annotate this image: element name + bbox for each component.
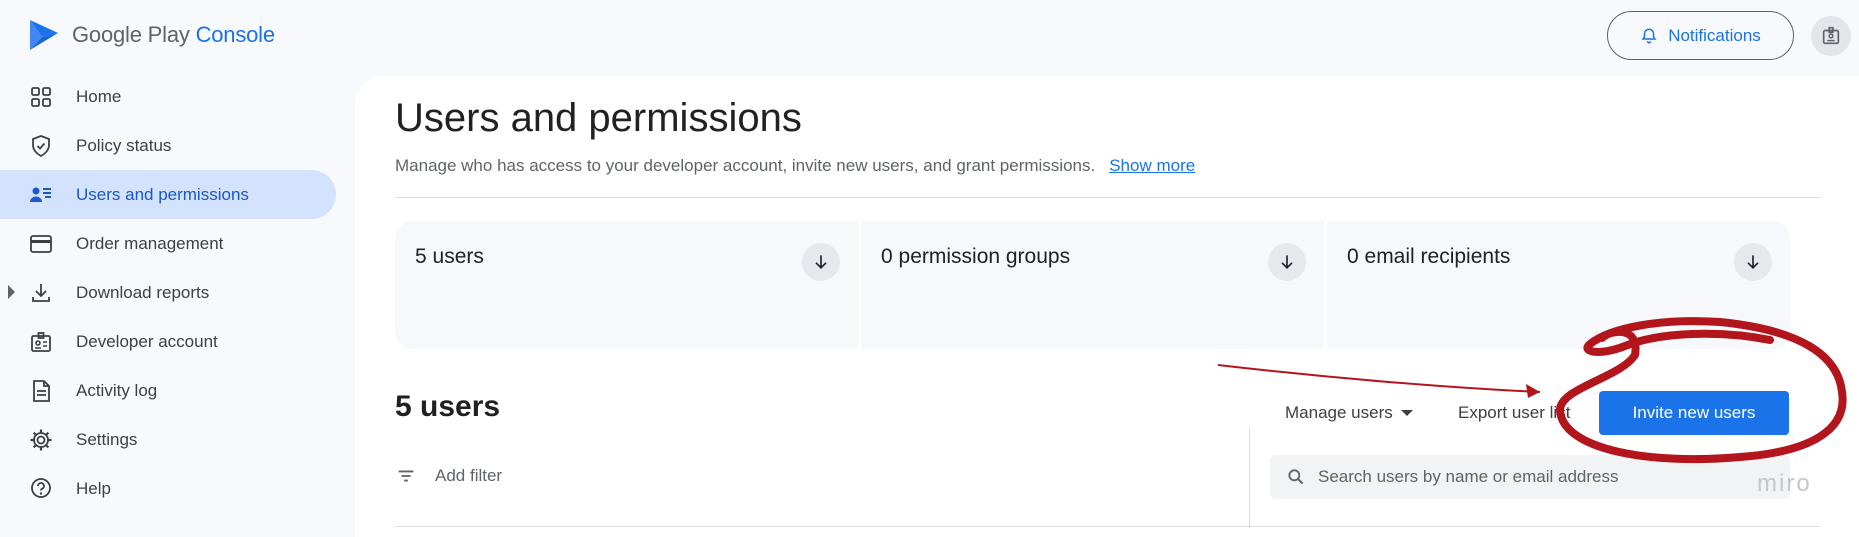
summary-card-email-recipients[interactable]: 0 email recipients: [1327, 221, 1790, 349]
search-icon: [1288, 469, 1304, 485]
export-user-list-button[interactable]: Export user list: [1458, 403, 1570, 423]
search-users-box[interactable]: [1270, 455, 1790, 499]
add-filter-button[interactable]: Add filter: [395, 465, 502, 487]
sidebar-item-users-and-permissions[interactable]: Users and permissions: [0, 170, 336, 219]
sidebar-item-label: Order management: [76, 233, 224, 253]
help-icon: [28, 476, 54, 502]
description-text: Manage who has access to your developer …: [395, 156, 1096, 175]
summary-card-label: 5 users: [415, 245, 484, 268]
sidebar-item-order-management[interactable]: Order management: [0, 219, 350, 268]
shield-check-icon: [28, 133, 54, 159]
google-play-console-logo[interactable]: Google Play Console: [28, 18, 275, 52]
manage-users-dropdown[interactable]: Manage users: [1285, 403, 1413, 423]
arrow-down-icon[interactable]: [1268, 243, 1306, 281]
divider: [395, 197, 1820, 198]
id-badge-icon: [28, 329, 54, 355]
users-section-title: 5 users: [395, 390, 501, 423]
notifications-button[interactable]: Notifications: [1607, 11, 1794, 60]
users-list-icon: [28, 182, 54, 208]
gear-icon: [28, 427, 54, 453]
logo-text-google-play: Google Play: [72, 22, 190, 47]
page-title: Users and permissions: [395, 96, 802, 140]
sidebar-item-activity-log[interactable]: Activity log: [0, 366, 350, 415]
sidebar-item-policy-status[interactable]: Policy status: [0, 121, 350, 170]
download-icon: [28, 280, 54, 306]
bell-icon: [1641, 27, 1657, 43]
arrow-down-icon[interactable]: [1734, 243, 1772, 281]
top-bar: Google Play Console Notifications: [0, 0, 1859, 72]
search-users-input[interactable]: [1318, 467, 1778, 487]
miro-watermark: miro: [1757, 470, 1812, 497]
summary-card-label: 0 permission groups: [881, 245, 1071, 268]
add-filter-label: Add filter: [435, 466, 503, 485]
sidebar-nav: Home Policy status Users and permissions…: [0, 72, 350, 513]
page-description: Manage who has access to your developer …: [395, 156, 1195, 176]
manage-users-label: Manage users: [1285, 403, 1393, 422]
logo-text-console: Console: [195, 22, 276, 47]
play-console-logo-icon: [30, 20, 58, 50]
sidebar-item-download-reports[interactable]: Download reports: [0, 268, 350, 317]
vertical-divider: [1249, 428, 1250, 528]
show-more-link[interactable]: Show more: [1109, 156, 1195, 175]
sidebar-item-label: Help: [76, 478, 111, 498]
summary-card-label: 0 email recipients: [1347, 245, 1511, 268]
arrow-down-icon[interactable]: [802, 243, 840, 281]
invite-new-users-button[interactable]: Invite new users: [1599, 391, 1789, 435]
document-icon: [28, 378, 54, 404]
sidebar-item-help[interactable]: Help: [0, 464, 350, 513]
table-top-divider: [395, 526, 1820, 527]
filter-icon: [398, 470, 414, 482]
sidebar-item-developer-account[interactable]: Developer account: [0, 317, 350, 366]
caret-down-icon: [1400, 410, 1413, 416]
sidebar-item-label: Developer account: [76, 331, 218, 351]
sidebar-item-settings[interactable]: Settings: [0, 415, 350, 464]
sidebar-item-label: Activity log: [76, 380, 158, 400]
sidebar-item-label: Users and permissions: [76, 184, 249, 204]
grid-icon: [28, 84, 54, 110]
summary-card-users[interactable]: 5 users: [395, 221, 858, 349]
developer-badge-icon: [1822, 26, 1840, 45]
sidebar-item-label: Home: [76, 86, 122, 106]
sidebar-item-label: Download reports: [76, 282, 210, 302]
sidebar-item-home[interactable]: Home: [0, 72, 350, 121]
notifications-label: Notifications: [1668, 25, 1761, 45]
main-content: Users and permissions Manage who has acc…: [355, 76, 1859, 537]
expand-arrow-icon[interactable]: [8, 285, 15, 299]
account-button[interactable]: [1811, 16, 1851, 56]
credit-card-icon: [28, 231, 54, 257]
summary-card-permission-groups[interactable]: 0 permission groups: [861, 221, 1324, 349]
sidebar-item-label: Settings: [76, 429, 138, 449]
sidebar-item-label: Policy status: [76, 135, 172, 155]
